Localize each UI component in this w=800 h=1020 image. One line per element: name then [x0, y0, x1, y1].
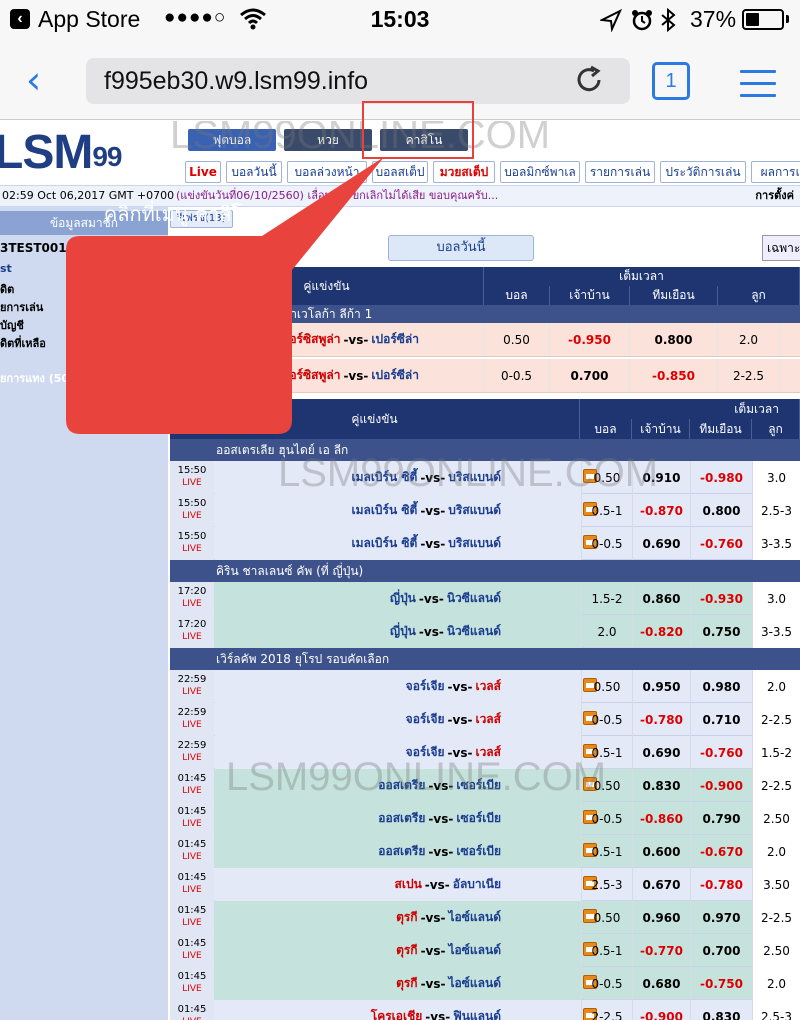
callout-text: คลิกที่เมนู คาสิโน — [103, 202, 257, 226]
callout-arrow — [66, 157, 384, 434]
